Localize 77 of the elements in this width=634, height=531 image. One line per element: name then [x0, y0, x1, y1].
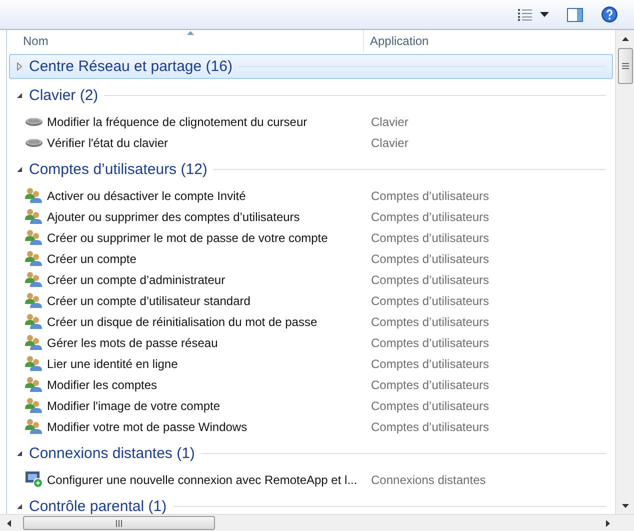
application-cell-text: Clavier: [370, 136, 410, 150]
preview-pane-button[interactable]: [565, 6, 585, 24]
scroll-left-icon[interactable]: [6, 520, 10, 526]
application-cell-text: Comptes d’utilisateurs: [370, 398, 490, 412]
group-header[interactable]: Centre Réseau et partage (16): [9, 54, 613, 79]
scroll-down-icon[interactable]: [622, 504, 628, 508]
task-link[interactable]: Créer ou supprimer le mot de passe de votre compte: [47, 230, 328, 244]
application-cell-text: Comptes d’utilisateurs: [370, 210, 490, 224]
group-header[interactable]: Contrôle parental (1): [9, 497, 613, 514]
preview-pane-icon: [567, 8, 583, 22]
users-icon: [25, 376, 43, 393]
scroll-up-icon[interactable]: [622, 36, 628, 40]
group-header[interactable]: Clavier (2): [9, 86, 613, 105]
application-cell-text: Comptes d’utilisateurs: [370, 336, 490, 350]
application-cell-text: Comptes d’utilisateurs: [370, 272, 490, 286]
collapse-icon[interactable]: [16, 503, 23, 510]
help-icon: [601, 6, 618, 23]
remote-desktop-icon: [25, 471, 43, 488]
scroll-right-icon[interactable]: [606, 520, 610, 526]
task-link[interactable]: Vérifier l'état du clavier: [47, 136, 168, 150]
scroll-thumb[interactable]: [23, 516, 215, 530]
task-link[interactable]: Créer un disque de réinitialisation du mot de passe: [47, 314, 318, 328]
users-icon: [25, 187, 43, 204]
task-link[interactable]: Configurer une nouvelle connexion avec RemoteApp et l...: [47, 472, 358, 486]
group-header[interactable]: Comptes d’utilisateurs (12): [9, 160, 613, 179]
task-link[interactable]: Activer ou désactiver le compte Invité: [47, 188, 246, 202]
details-view-icon: [518, 8, 534, 20]
group-title: Centre Réseau et partage (16): [29, 58, 232, 75]
scroll-thumb[interactable]: [618, 48, 632, 84]
application-cell-text: Comptes d’utilisateurs: [370, 378, 490, 392]
column-header[interactable]: Nom: [7, 30, 364, 52]
view-options-button[interactable]: [516, 6, 551, 22]
task-link[interactable]: Modifier les comptes: [47, 378, 158, 392]
application-cell-text: Comptes d’utilisateurs: [370, 230, 490, 244]
task-link[interactable]: Modifier la fréquence de clignotement du curseur: [47, 114, 308, 128]
users-icon: [25, 334, 43, 351]
users-icon: [25, 292, 43, 309]
group-title: Connexions distantes (1): [29, 445, 195, 462]
application-cell-text: Comptes d’utilisateurs: [370, 188, 490, 202]
task-link[interactable]: Créer un compte d’utilisateur standard: [47, 294, 250, 308]
dropdown-arrow-icon: [540, 12, 549, 17]
users-icon: [25, 208, 43, 225]
users-icon: [25, 418, 43, 435]
users-icon: [25, 313, 43, 330]
keyboard-icon: [25, 136, 43, 148]
vertical-scrollbar[interactable]: [615, 30, 634, 514]
application-cell-text: Comptes d’utilisateurs: [370, 314, 490, 328]
task-link[interactable]: Créer un compte d’administrateur: [47, 272, 226, 286]
expand-icon[interactable]: [16, 62, 23, 71]
users-icon: [25, 250, 43, 267]
application-cell-text: Comptes d’utilisateurs: [370, 420, 490, 434]
users-icon: [25, 229, 43, 246]
application-cell-text: Comptes d’utilisateurs: [370, 252, 490, 266]
application-cell-text: Connexions distantes: [370, 472, 487, 486]
group-title: Clavier (2): [29, 87, 98, 104]
task-link[interactable]: Créer un compte: [47, 252, 136, 266]
users-icon: [25, 271, 43, 288]
collapse-icon[interactable]: [16, 92, 23, 99]
users-icon: [25, 397, 43, 414]
keyboard-icon: [25, 116, 43, 128]
task-link[interactable]: Ajouter ou supprimer des comptes d’utilisateurs: [47, 210, 300, 224]
group-title: Comptes d’utilisateurs (12): [29, 161, 208, 178]
task-link[interactable]: Lier une identité en ligne: [47, 356, 178, 370]
group-title: Contrôle parental (1): [29, 498, 167, 514]
horizontal-scrollbar[interactable]: [0, 514, 634, 531]
collapse-icon[interactable]: [16, 450, 23, 457]
task-link[interactable]: Modifier votre mot de passe Windows: [47, 420, 248, 434]
application-cell-text: Comptes d’utilisateurs: [370, 294, 490, 308]
application-cell-text: Comptes d’utilisateurs: [370, 356, 490, 370]
task-link[interactable]: Gérer les mots de passe réseau: [47, 336, 218, 350]
collapse-icon[interactable]: [16, 166, 23, 173]
group-header[interactable]: Connexions distantes (1): [9, 444, 613, 463]
column-header[interactable]: Application: [364, 30, 615, 52]
users-icon: [25, 355, 43, 372]
application-cell-text: Clavier: [370, 114, 410, 128]
task-link[interactable]: Modifier l'image de votre compte: [47, 398, 220, 412]
help-button[interactable]: [599, 4, 620, 25]
